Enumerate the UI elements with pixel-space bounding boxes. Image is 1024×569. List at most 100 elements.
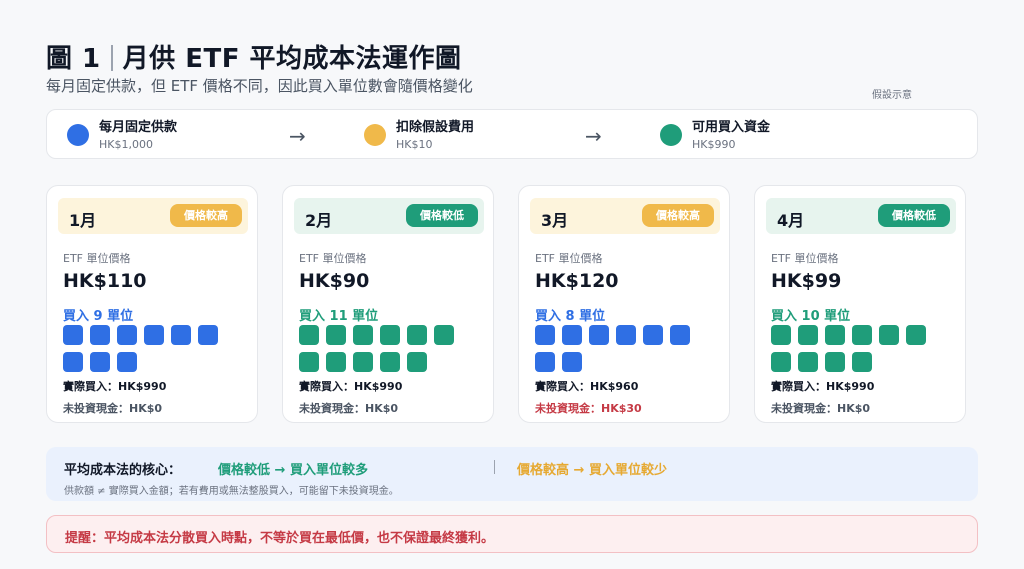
price-badge: 價格較高 xyxy=(642,204,714,227)
unit-blocks xyxy=(63,325,235,372)
unit-block xyxy=(171,325,191,345)
month-card: 4月 價格較低 ETF 單位價格 HK$99 買入 10 單位實際買入：HK$990 未投… xyxy=(754,185,966,423)
unit-price: HK$99 xyxy=(771,270,842,292)
unit-block xyxy=(117,352,137,372)
month-header: 4月 價格較低 xyxy=(766,198,956,234)
low-price-rule: 價格較低 → 買入單位較多 xyxy=(218,463,368,478)
right-arrow-icon: → xyxy=(289,124,306,148)
green-dot-icon xyxy=(660,124,682,146)
rule-divider xyxy=(494,460,495,474)
actual-purchase: 實際買入：HK$990 xyxy=(299,380,403,393)
units-bought-label: 買入 10 單位 xyxy=(771,309,851,324)
flow-step-value: HK$990 xyxy=(692,138,736,151)
price-label: ETF 單位價格 xyxy=(299,252,367,265)
unit-block xyxy=(852,325,872,345)
month-card: 1月 價格較高 ETF 單位價格 HK$110 買入 9 單位實際買入：HK$990 未投… xyxy=(46,185,258,423)
blue-dot-icon xyxy=(67,124,89,146)
core-principle-panel: 平均成本法的核心： 價格較低 → 買入單位較多 價格較高 → 買入單位較少 供款… xyxy=(46,447,978,501)
flow-step-value: HK$10 xyxy=(396,138,433,151)
unit-block xyxy=(535,325,555,345)
month-header: 2月 價格較低 xyxy=(294,198,484,234)
title-divider xyxy=(110,45,113,71)
unit-block xyxy=(616,325,636,345)
flow-step-label: 扣除假設費用 xyxy=(396,120,475,135)
units-bought-label: 買入 8 單位 xyxy=(535,309,606,324)
figure-label: 圖 1 xyxy=(46,44,101,74)
month-header: 1月 價格較高 xyxy=(58,198,248,234)
unit-block xyxy=(771,325,791,345)
units-bought-label: 買入 11 單位 xyxy=(299,309,379,324)
price-label: ETF 單位價格 xyxy=(771,252,839,265)
unit-block xyxy=(353,325,373,345)
unit-block xyxy=(407,352,427,372)
actual-purchase: 實際買入：HK$990 xyxy=(63,380,167,393)
flow-step-contribution: 每月固定供款 HK$1,000 xyxy=(67,120,177,154)
high-price-rule: 價格較高 → 買入單位較少 xyxy=(517,463,667,478)
unit-block xyxy=(380,325,400,345)
unit-price: HK$110 xyxy=(63,270,147,292)
uninvested-cash: 未投資現金：HK$0 xyxy=(63,402,163,415)
flow-step-value: HK$1,000 xyxy=(99,138,153,151)
uninvested-cash: 未投資現金：HK$0 xyxy=(299,402,399,415)
uninvested-cash: 未投資現金：HK$0 xyxy=(771,402,871,415)
core-title: 平均成本法的核心： xyxy=(64,463,182,478)
unit-price: HK$90 xyxy=(299,270,370,292)
units-bought-label: 買入 9 單位 xyxy=(63,309,134,324)
unit-block xyxy=(117,325,137,345)
unit-block xyxy=(562,352,582,372)
flow-step-available: 可用買入資金 HK$990 xyxy=(660,120,770,154)
title-text: 月供 ETF 平均成本法運作圖 xyxy=(122,44,462,74)
unit-block xyxy=(299,352,319,372)
unit-block xyxy=(906,325,926,345)
unit-block xyxy=(670,325,690,345)
price-badge: 價格較低 xyxy=(878,204,950,227)
unit-block xyxy=(434,325,454,345)
unit-block xyxy=(90,352,110,372)
core-note: 供款額 ≠ 實際買入金額；若有費用或無法整股買入，可能留下未投資現金。 xyxy=(64,486,399,497)
uninvested-cash: 未投資現金：HK$30 xyxy=(535,402,642,415)
unit-block xyxy=(825,325,845,345)
unit-block xyxy=(90,325,110,345)
amber-dot-icon xyxy=(364,124,386,146)
illustration-note: 假設示意 xyxy=(872,90,912,101)
unit-block xyxy=(643,325,663,345)
flow-step-fee: 扣除假設費用 HK$10 xyxy=(364,120,474,154)
warning-text: 提醒：平均成本法分散買入時點，不等於買在最低價，也不保證最終獲利。 xyxy=(65,531,495,546)
actual-purchase: 實際買入：HK$990 xyxy=(771,380,875,393)
funding-flow: 每月固定供款 HK$1,000 → 扣除假設費用 HK$10 → 可用買入資金 HK$… xyxy=(46,109,978,159)
month-card: 3月 價格較高 ETF 單位價格 HK$120 買入 8 單位實際買入：HK$960 未投… xyxy=(518,185,730,423)
unit-block xyxy=(589,325,609,345)
flow-step-label: 可用買入資金 xyxy=(692,120,771,135)
unit-blocks xyxy=(299,325,471,372)
unit-price: HK$120 xyxy=(535,270,619,292)
unit-block xyxy=(353,352,373,372)
month-label: 3月 xyxy=(541,211,569,230)
unit-block xyxy=(326,325,346,345)
month-label: 2月 xyxy=(305,211,333,230)
month-header: 3月 價格較高 xyxy=(530,198,720,234)
unit-block xyxy=(326,352,346,372)
unit-block xyxy=(63,325,83,345)
unit-block xyxy=(198,325,218,345)
unit-block xyxy=(63,352,83,372)
price-badge: 價格較低 xyxy=(406,204,478,227)
unit-block xyxy=(535,352,555,372)
unit-block xyxy=(407,325,427,345)
warning-banner: 提醒：平均成本法分散買入時點，不等於買在最低價，也不保證最終獲利。 xyxy=(46,515,978,553)
unit-block xyxy=(771,352,791,372)
right-arrow-icon: → xyxy=(585,124,602,148)
unit-block xyxy=(299,325,319,345)
unit-block xyxy=(852,352,872,372)
unit-block xyxy=(798,352,818,372)
actual-purchase: 實際買入：HK$960 xyxy=(535,380,639,393)
month-card: 2月 價格較低 ETF 單位價格 HK$90 買入 11 單位實際買入：HK$990 未投… xyxy=(282,185,494,423)
unit-block xyxy=(562,325,582,345)
price-label: ETF 單位價格 xyxy=(535,252,603,265)
price-label: ETF 單位價格 xyxy=(63,252,131,265)
unit-blocks xyxy=(535,325,707,372)
unit-blocks xyxy=(771,325,943,372)
figure-subtitle: 每月固定供款，但 ETF 價格不同，因此買入單位數會隨價格變化 xyxy=(46,77,473,95)
flow-step-label: 每月固定供款 xyxy=(99,120,178,135)
unit-block xyxy=(879,325,899,345)
figure-title: 圖 1 月供 ETF 平均成本法運作圖 xyxy=(46,38,462,75)
